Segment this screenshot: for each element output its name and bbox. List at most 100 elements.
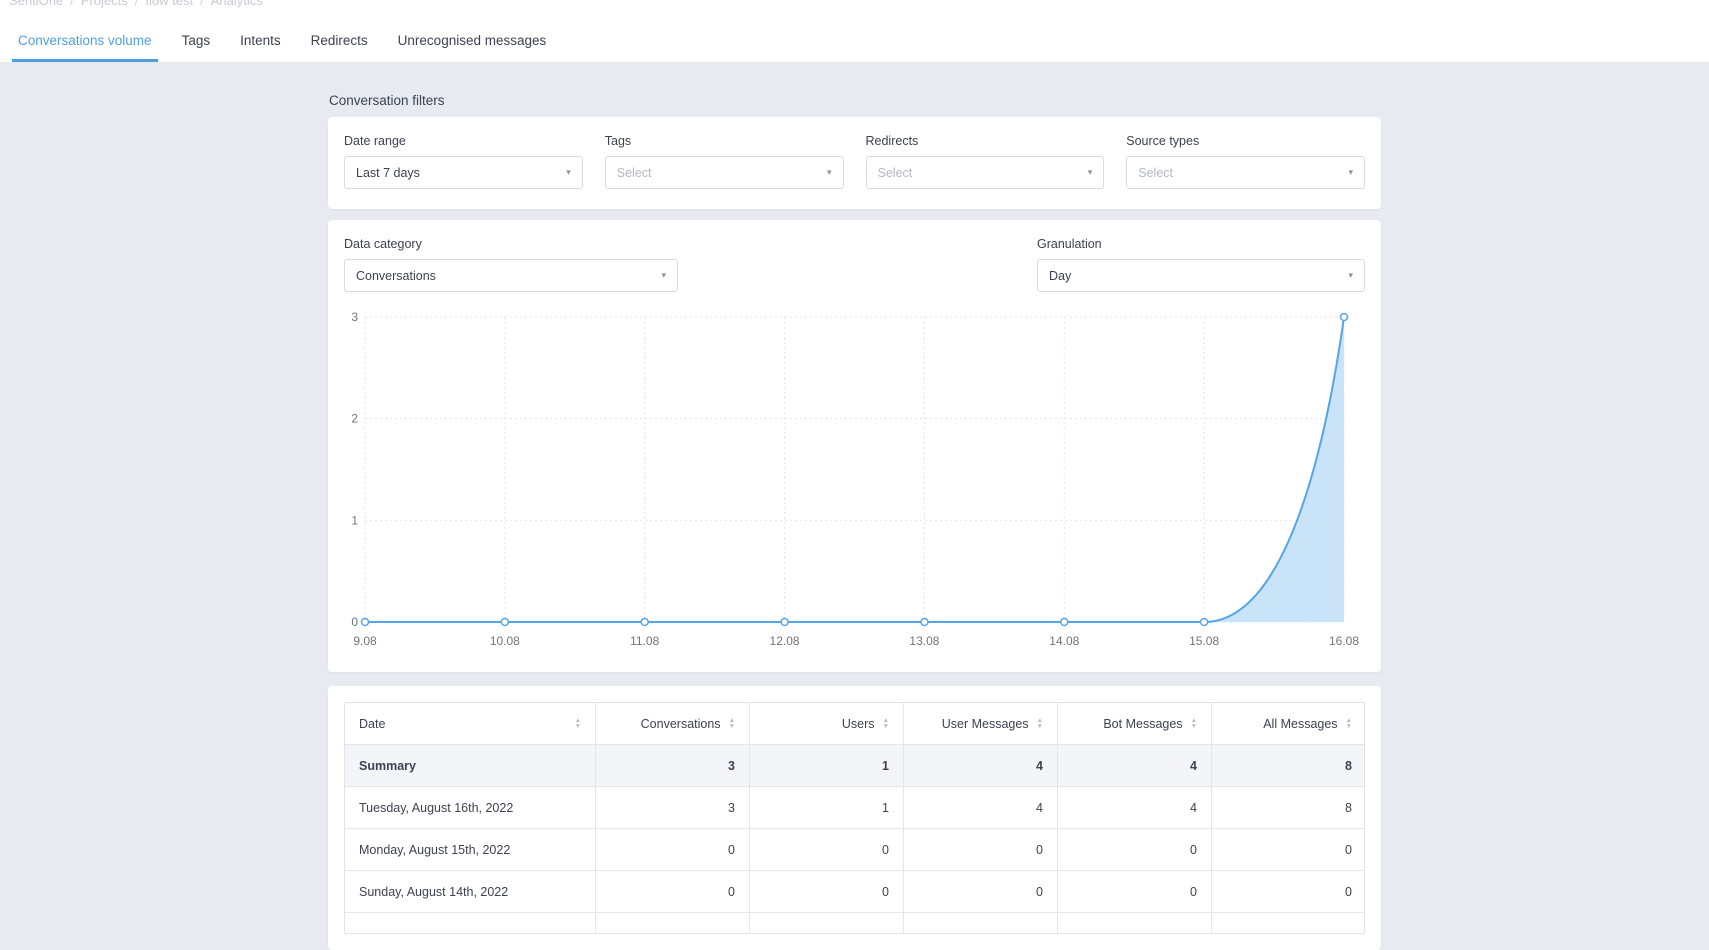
column-header-label: Date: [359, 716, 386, 731]
area-chart-svg: 0 1 2 3 9.08 10.08 11.08 12.08 13.08 14.08 15.08 16…: [351, 310, 1359, 648]
cell-value: 0: [1345, 884, 1352, 899]
breadcrumb-item-flow-test[interactable]: flow test: [145, 0, 193, 8]
cell-value: 3: [596, 745, 750, 786]
granulation-label: Granulation: [1037, 237, 1102, 251]
breadcrumb: SentiOne / Projects / flow test / Analytics: [0, 0, 1709, 19]
chevron-down-icon: ▾: [661, 270, 666, 280]
top-bar: SentiOne / Projects / flow test / Analytics Co…: [0, 0, 1709, 63]
cell-date: Sunday, August 14th, 2022: [345, 871, 596, 912]
select-value: Select: [877, 165, 913, 180]
sort-icon[interactable]: ▲ ▼: [1037, 718, 1043, 729]
granulation-value: Day: [1049, 268, 1072, 283]
sort-icon[interactable]: ▲ ▼: [575, 718, 581, 729]
svg-text:2: 2: [351, 412, 358, 426]
column-header-conversations[interactable]: Conversations ▲ ▼: [596, 703, 750, 744]
table-header-row: Date ▲ ▼ Conversations ▲ ▼ Users ▲ ▼ User Message…: [345, 703, 1364, 744]
table-row: Sunday, August 14th, 2022 0 0 0 0 0: [345, 870, 1364, 912]
table-row: Summary 3 1 4 4 8: [345, 744, 1364, 786]
granulation-field: Granulation Day ▾: [1037, 237, 1365, 292]
data-category-field: Data category Conversations ▾: [344, 237, 678, 292]
svg-text:16.08: 16.08: [1329, 634, 1359, 648]
filter-label-source-types: Source types: [1126, 134, 1200, 148]
filter-field-source-types: Source types Select ▾: [1126, 134, 1365, 189]
filter-select-redirects[interactable]: Select ▾: [865, 156, 1105, 189]
svg-text:1: 1: [351, 513, 358, 527]
sort-icon[interactable]: ▲ ▼: [883, 718, 889, 729]
sort-icon[interactable]: ▲ ▼: [1191, 718, 1197, 729]
cell-date: Monday, August 15th, 2022: [345, 829, 596, 870]
chevron-down-icon: ▾: [1348, 167, 1353, 177]
cell-empty: [750, 913, 904, 933]
column-header-label: All Messages: [1263, 716, 1338, 731]
breadcrumb-item-analytics[interactable]: Analytics: [211, 0, 263, 8]
sort-icon[interactable]: ▲ ▼: [729, 718, 735, 729]
cell-value: 3: [596, 787, 750, 828]
column-header-users[interactable]: Users ▲ ▼: [750, 703, 904, 744]
cell-value: 0: [750, 871, 904, 912]
cell-value: 0: [1058, 871, 1212, 912]
chart-card: Data category Conversations ▾ Granulatio…: [328, 220, 1381, 672]
cell-value: 1: [750, 745, 904, 786]
tab-tags[interactable]: Tags: [167, 19, 226, 62]
svg-text:3: 3: [351, 311, 358, 324]
sort-icon[interactable]: ▲ ▼: [1346, 718, 1352, 729]
data-category-select[interactable]: Conversations ▾: [344, 259, 678, 292]
svg-text:0: 0: [351, 615, 358, 629]
filter-label-date-range: Date range: [344, 134, 406, 148]
cell-value: 0: [750, 829, 904, 870]
cell-value: 1: [750, 787, 904, 828]
page-content: Conversation filters Date range Last 7 da…: [0, 63, 1709, 950]
svg-text:14.08: 14.08: [1049, 634, 1079, 648]
cell-empty: [596, 913, 750, 933]
cell-empty: [345, 913, 596, 933]
tab-bar: Conversations volume Tags Intents Redirects…: [0, 19, 1709, 63]
table-row: Tuesday, August 16th, 2022 3 1 4 4 8: [345, 786, 1364, 828]
cell-value: 8: [1345, 800, 1352, 815]
column-header-bot-messages[interactable]: Bot Messages ▲ ▼: [1058, 703, 1212, 744]
filter-select-tags[interactable]: Select ▾: [604, 156, 844, 189]
breadcrumb-item-sentione[interactable]: SentiOne: [9, 0, 63, 8]
select-value: Select: [1138, 165, 1173, 180]
filter-label-tags: Tags: [604, 134, 632, 148]
filters-card: Date range Last 7 days ▾ Tags Select ▾ Redirec…: [328, 117, 1381, 209]
conversation-filters-heading: Conversation filters: [329, 93, 445, 108]
column-header-date[interactable]: Date ▲ ▼: [345, 703, 596, 744]
svg-text:13.08: 13.08: [909, 634, 939, 648]
filter-field-date-range: Date range Last 7 days ▾: [344, 134, 583, 189]
chevron-down-icon: ▾: [826, 167, 832, 177]
table-card: Date ▲ ▼ Conversations ▲ ▼ Users ▲ ▼ User Message…: [328, 686, 1381, 950]
cell-value: 4: [904, 787, 1058, 828]
cell-date: Summary: [345, 745, 596, 786]
breadcrumb-separator: /: [70, 0, 74, 8]
tab-intents[interactable]: Intents: [225, 19, 296, 62]
table-row: Monday, August 15th, 2022 0 0 0 0 0: [345, 828, 1364, 870]
svg-text:9.08: 9.08: [353, 634, 377, 648]
select-value: Select: [616, 165, 652, 180]
svg-text:11.08: 11.08: [630, 634, 659, 648]
column-header-label: Conversations: [640, 716, 721, 731]
filter-field-redirects: Redirects Select ▾: [865, 134, 1105, 189]
conversations-table: Date ▲ ▼ Conversations ▲ ▼ Users ▲ ▼ User Message…: [344, 702, 1365, 934]
svg-text:15.08: 15.08: [1189, 634, 1219, 648]
filter-select-date-range[interactable]: Last 7 days ▾: [344, 156, 583, 189]
chevron-down-icon: ▾: [1348, 270, 1353, 280]
tab-conversations-volume[interactable]: Conversations volume: [3, 19, 167, 62]
column-header-user-messages[interactable]: User Messages ▲ ▼: [904, 703, 1058, 744]
column-header-label: User Messages: [941, 716, 1029, 731]
filter-select-source-types[interactable]: Select ▾: [1126, 156, 1365, 189]
granulation-select[interactable]: Day ▾: [1037, 259, 1365, 292]
cell-value: 4: [1058, 787, 1212, 828]
column-header-all-messages[interactable]: All Messages ▲ ▼: [1212, 703, 1364, 744]
cell-value: 8: [1345, 758, 1352, 773]
tab-redirects[interactable]: Redirects: [296, 19, 383, 62]
breadcrumb-item-projects[interactable]: Projects: [81, 0, 128, 8]
conversations-volume-chart: 0 1 2 3 9.08 10.08 11.08 12.08 13.08 14.08 15.08 16…: [344, 310, 1365, 658]
table-row-partial: [345, 912, 1364, 933]
cell-empty: [1212, 913, 1364, 933]
cell-value: 0: [596, 829, 750, 870]
chart-controls: Data category Conversations ▾ Granulatio…: [344, 237, 1365, 292]
filter-label-redirects: Redirects: [865, 134, 919, 148]
cell-value: 4: [1058, 745, 1212, 786]
filter-fields: Date range Last 7 days ▾ Tags Select ▾ Redirec…: [344, 134, 1365, 189]
tab-unrecognised-messages[interactable]: Unrecognised messages: [383, 19, 562, 62]
